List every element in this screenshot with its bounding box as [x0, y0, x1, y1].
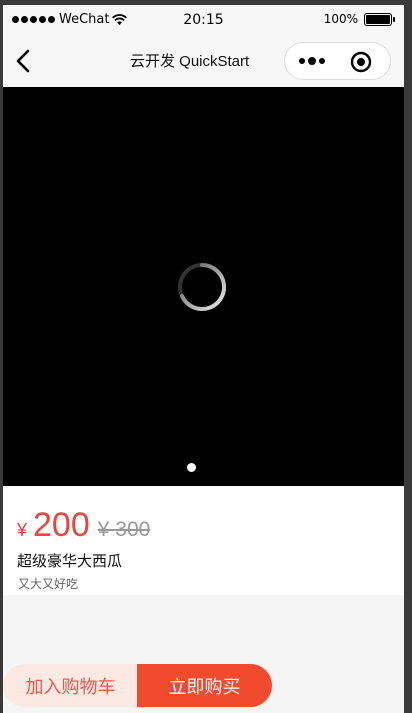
status-right: 100% — [323, 12, 395, 26]
status-bar: WeChat 20:15 100% — [3, 5, 404, 36]
product-title: 超级豪华大西瓜 — [17, 552, 123, 570]
currency-symbol: ¥ — [17, 520, 28, 540]
more-dots-icon[interactable] — [295, 52, 331, 70]
phone-screen: WeChat 20:15 100% 云开发 QuickStart ¥ 200 ¥… — [3, 5, 404, 713]
nav-bar: 云开发 QuickStart — [3, 36, 404, 87]
target-close-icon[interactable] — [350, 51, 372, 73]
buy-now-button[interactable]: 立即购买 — [137, 664, 272, 707]
page-title: 云开发 QuickStart — [130, 53, 250, 70]
capsule-divider — [338, 52, 339, 72]
add-to-cart-button[interactable]: 加入购物车 — [3, 664, 138, 707]
battery-icon — [364, 12, 395, 26]
product-info: ¥ 200 ¥ 300 超级豪华大西瓜 又大又好吃 — [3, 486, 404, 595]
current-price: 200 — [33, 506, 90, 544]
original-price: ¥ 300 — [97, 518, 151, 541]
loading-spinner-icon — [178, 262, 227, 311]
battery-percent: 100% — [323, 12, 358, 26]
chevron-left-icon[interactable] — [11, 48, 37, 74]
product-subtitle: 又大又好吃 — [18, 577, 79, 591]
price-row: ¥ 200 ¥ 300 — [17, 506, 150, 545]
product-image-swiper[interactable] — [3, 87, 404, 486]
mini-program-capsule — [284, 42, 391, 80]
swiper-indicator-dot[interactable] — [187, 463, 196, 472]
